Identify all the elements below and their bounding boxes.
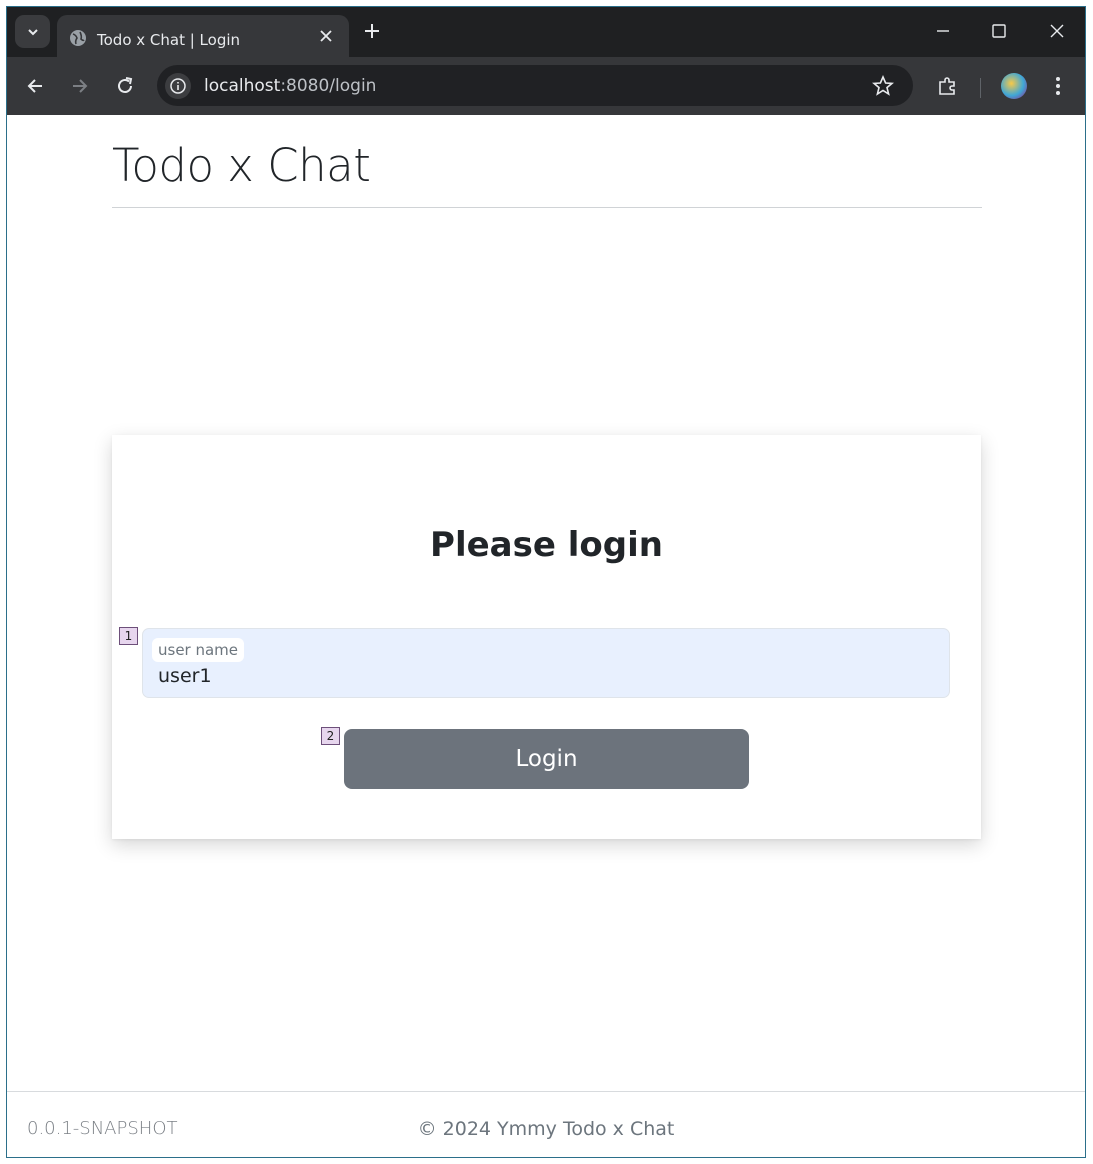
login-button[interactable]: Login <box>344 729 749 789</box>
login-heading: Please login <box>430 525 663 565</box>
chevron-down-icon <box>27 28 38 35</box>
toolbar-divider <box>980 78 981 98</box>
plus-icon[interactable] <box>363 22 381 40</box>
version-text: 0.0.1-SNAPSHOT <box>27 1118 178 1139</box>
more-menu-icon[interactable] <box>1054 76 1062 96</box>
globe-icon <box>70 30 86 46</box>
tab-bar: Todo x Chat | Login <box>7 7 1085 57</box>
site-info-button[interactable] <box>165 73 191 99</box>
username-field[interactable]: user name <box>142 628 950 698</box>
star-icon[interactable] <box>872 75 894 97</box>
profile-avatar[interactable] <box>1001 73 1027 99</box>
maximize-icon[interactable] <box>991 23 1007 39</box>
browser-window: Todo x Chat | Login localhost:8080/login… <box>6 6 1086 1158</box>
browser-toolbar: localhost:8080/login <box>7 57 1085 115</box>
minimize-icon[interactable] <box>935 23 951 39</box>
url-path: :8080/login <box>280 76 377 96</box>
url-host: localhost <box>204 76 281 96</box>
page-content: Todo x Chat Please login 1 user name 2 L… <box>7 115 1085 1157</box>
close-icon[interactable] <box>319 29 333 43</box>
tab-search-button[interactable] <box>15 15 50 48</box>
username-label: user name <box>152 638 245 662</box>
marker-2: 2 <box>321 727 340 745</box>
header-divider <box>112 207 982 208</box>
window-close-icon[interactable] <box>1049 23 1065 39</box>
url-text[interactable]: localhost:8080/login <box>204 76 376 96</box>
marker-1: 1 <box>119 627 138 645</box>
username-input[interactable] <box>158 665 928 687</box>
reload-icon[interactable] <box>115 76 135 96</box>
extensions-puzzle-icon[interactable] <box>937 75 959 97</box>
brand-title[interactable]: Todo x Chat <box>112 139 371 192</box>
tab-title: Todo x Chat | Login <box>97 31 241 49</box>
back-arrow-icon[interactable] <box>25 76 45 96</box>
info-icon <box>170 78 186 94</box>
address-bar[interactable]: localhost:8080/login <box>157 65 913 106</box>
footer-divider <box>7 1091 1085 1092</box>
forward-arrow-icon[interactable] <box>70 76 90 96</box>
active-tab[interactable]: Todo x Chat | Login <box>57 15 349 57</box>
login-card: Please login 1 user name 2 Login <box>112 435 981 839</box>
